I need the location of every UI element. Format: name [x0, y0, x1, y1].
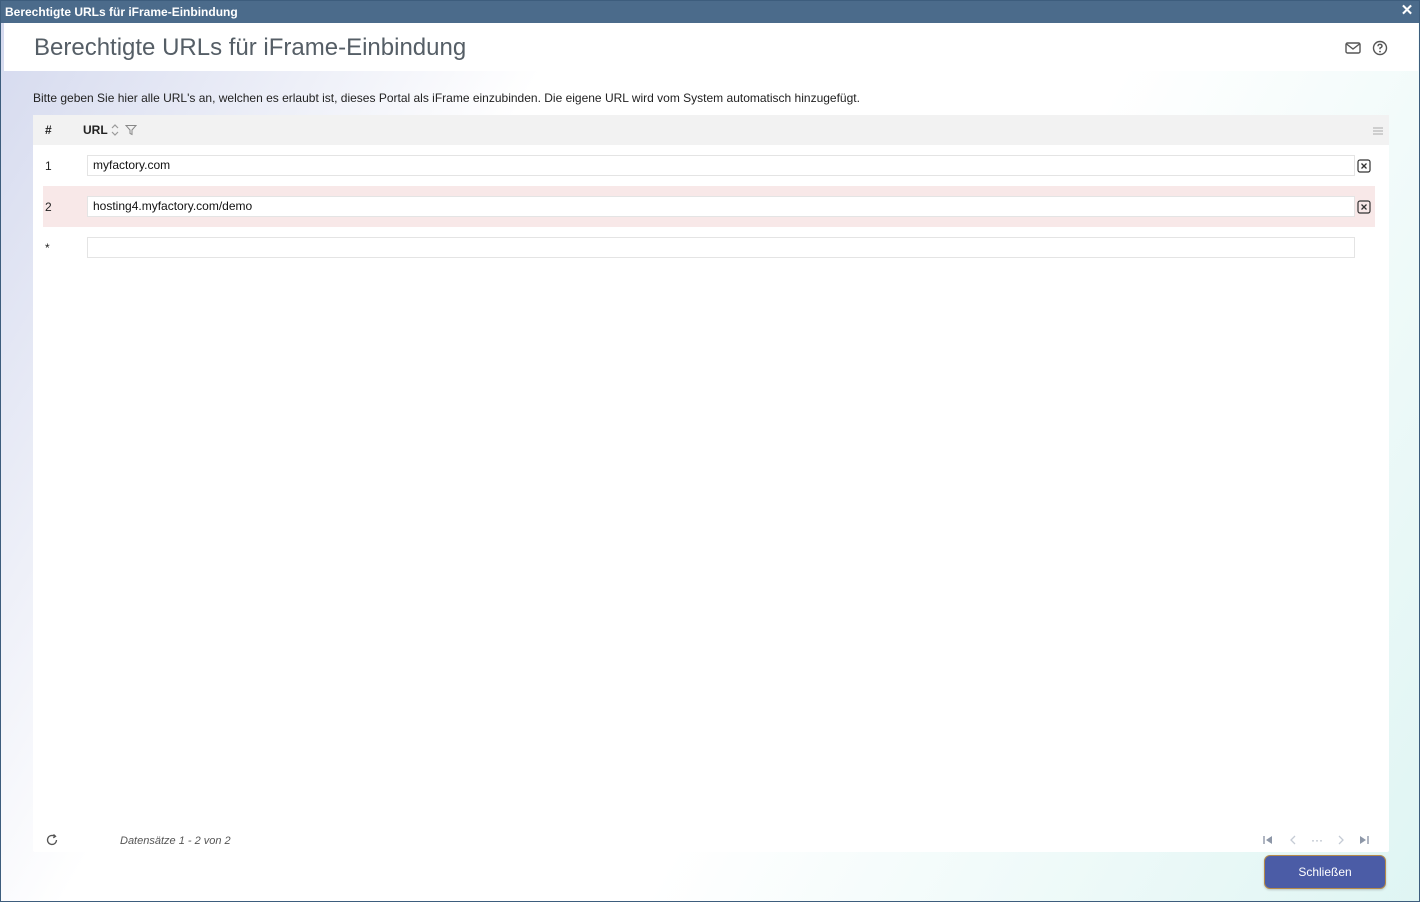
delete-row-icon[interactable]	[1357, 200, 1371, 214]
window-close-icon[interactable]: ✕	[1399, 3, 1415, 19]
new-row-marker: *	[45, 241, 50, 255]
record-count: Datensätze 1 - 2 von 2	[120, 835, 231, 847]
column-url[interactable]: URL	[83, 123, 108, 137]
mail-icon[interactable]	[1344, 39, 1362, 57]
row-number: 1	[45, 159, 52, 173]
sort-icon[interactable]	[110, 123, 120, 137]
help-icon[interactable]	[1371, 39, 1389, 57]
grid-header: # URL	[33, 115, 1389, 145]
table-row[interactable]: 1 myfactory.com	[43, 145, 1375, 186]
url-field[interactable]: myfactory.com	[87, 155, 1355, 176]
page-header: Berechtigte URLs für iFrame-Einbindung	[4, 23, 1418, 71]
first-page-icon[interactable]	[1261, 833, 1275, 847]
new-url-field[interactable]	[87, 237, 1355, 258]
dialog-window: Berechtigte URLs für iFrame-Einbindung ✕…	[0, 0, 1420, 902]
url-grid: # URL 1 myfactory.com 2 hosting4.myfacto…	[33, 115, 1389, 852]
next-page-icon[interactable]	[1334, 833, 1348, 847]
page-title: Berechtigte URLs für iFrame-Einbindung	[34, 34, 467, 61]
last-page-icon[interactable]	[1357, 833, 1371, 847]
close-button[interactable]: Schließen	[1264, 855, 1386, 889]
window-title: Berechtigte URLs für iFrame-Einbindung	[5, 5, 238, 19]
refresh-icon[interactable]	[45, 833, 59, 847]
row-number: 2	[45, 200, 52, 214]
url-field[interactable]: hosting4.myfactory.com/demo	[87, 196, 1355, 217]
column-menu-icon[interactable]	[1373, 125, 1383, 135]
delete-row-icon[interactable]	[1357, 159, 1371, 173]
table-row[interactable]: 2 hosting4.myfactory.com/demo	[43, 186, 1375, 227]
column-hash: #	[45, 123, 52, 137]
page-ellipsis[interactable]: ···	[1310, 833, 1324, 847]
hint-text: Bitte geben Sie hier alle URL's an, welc…	[33, 91, 860, 105]
prev-page-icon[interactable]	[1286, 833, 1300, 847]
window-titlebar: Berechtigte URLs für iFrame-Einbindung ✕	[1, 1, 1419, 23]
filter-icon[interactable]	[124, 124, 138, 136]
new-row[interactable]: *	[43, 227, 1375, 268]
